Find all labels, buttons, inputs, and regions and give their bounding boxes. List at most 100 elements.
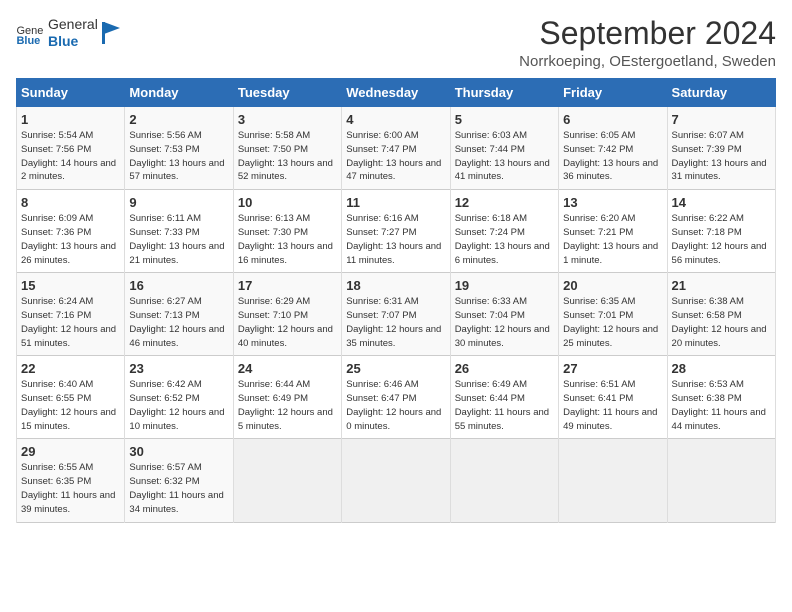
day-number: 23 <box>129 361 228 376</box>
calendar-day-cell <box>559 439 667 522</box>
day-number: 28 <box>672 361 771 376</box>
calendar-day-cell: 1 Sunrise: 5:54 AMSunset: 7:56 PMDayligh… <box>17 107 125 190</box>
calendar-header-row: SundayMondayTuesdayWednesdayThursdayFrid… <box>17 79 776 107</box>
calendar-day-cell: 20 Sunrise: 6:35 AMSunset: 7:01 PMDaylig… <box>559 273 667 356</box>
calendar-day-cell: 26 Sunrise: 6:49 AMSunset: 6:44 PMDaylig… <box>450 356 558 439</box>
day-info: Sunrise: 6:44 AMSunset: 6:49 PMDaylight:… <box>238 378 337 433</box>
calendar-day-cell <box>342 439 450 522</box>
title-section: September 2024 Norrkoeping, OEstergoetla… <box>519 16 776 70</box>
page-header: General Blue General Blue September 2024… <box>16 16 776 70</box>
logo: General Blue General Blue <box>16 16 120 50</box>
day-number: 17 <box>238 278 337 293</box>
day-info: Sunrise: 6:57 AMSunset: 6:32 PMDaylight:… <box>129 461 228 516</box>
day-number: 10 <box>238 195 337 210</box>
logo-general: General <box>48 16 98 33</box>
day-number: 3 <box>238 112 337 127</box>
day-number: 4 <box>346 112 445 127</box>
day-number: 19 <box>455 278 554 293</box>
calendar-week-row: 15 Sunrise: 6:24 AMSunset: 7:16 PMDaylig… <box>17 273 776 356</box>
calendar-table: SundayMondayTuesdayWednesdayThursdayFrid… <box>16 78 776 522</box>
day-number: 11 <box>346 195 445 210</box>
day-info: Sunrise: 6:33 AMSunset: 7:04 PMDaylight:… <box>455 295 554 350</box>
day-info: Sunrise: 6:24 AMSunset: 7:16 PMDaylight:… <box>21 295 120 350</box>
day-info: Sunrise: 6:22 AMSunset: 7:18 PMDaylight:… <box>672 212 771 267</box>
day-number: 21 <box>672 278 771 293</box>
day-info: Sunrise: 6:40 AMSunset: 6:55 PMDaylight:… <box>21 378 120 433</box>
weekday-header-saturday: Saturday <box>667 79 775 107</box>
calendar-day-cell: 7 Sunrise: 6:07 AMSunset: 7:39 PMDayligh… <box>667 107 775 190</box>
day-info: Sunrise: 6:46 AMSunset: 6:47 PMDaylight:… <box>346 378 445 433</box>
calendar-day-cell: 23 Sunrise: 6:42 AMSunset: 6:52 PMDaylig… <box>125 356 233 439</box>
day-info: Sunrise: 6:11 AMSunset: 7:33 PMDaylight:… <box>129 212 228 267</box>
calendar-day-cell: 30 Sunrise: 6:57 AMSunset: 6:32 PMDaylig… <box>125 439 233 522</box>
day-info: Sunrise: 5:58 AMSunset: 7:50 PMDaylight:… <box>238 129 337 184</box>
weekday-header-monday: Monday <box>125 79 233 107</box>
day-info: Sunrise: 6:29 AMSunset: 7:10 PMDaylight:… <box>238 295 337 350</box>
month-year-title: September 2024 <box>519 16 776 51</box>
day-info: Sunrise: 6:35 AMSunset: 7:01 PMDaylight:… <box>563 295 662 350</box>
day-info: Sunrise: 6:03 AMSunset: 7:44 PMDaylight:… <box>455 129 554 184</box>
day-info: Sunrise: 6:05 AMSunset: 7:42 PMDaylight:… <box>563 129 662 184</box>
day-info: Sunrise: 6:07 AMSunset: 7:39 PMDaylight:… <box>672 129 771 184</box>
calendar-day-cell: 17 Sunrise: 6:29 AMSunset: 7:10 PMDaylig… <box>233 273 341 356</box>
weekday-header-wednesday: Wednesday <box>342 79 450 107</box>
day-number: 6 <box>563 112 662 127</box>
calendar-day-cell: 11 Sunrise: 6:16 AMSunset: 7:27 PMDaylig… <box>342 190 450 273</box>
day-info: Sunrise: 6:16 AMSunset: 7:27 PMDaylight:… <box>346 212 445 267</box>
weekday-header-tuesday: Tuesday <box>233 79 341 107</box>
day-info: Sunrise: 5:56 AMSunset: 7:53 PMDaylight:… <box>129 129 228 184</box>
calendar-day-cell: 5 Sunrise: 6:03 AMSunset: 7:44 PMDayligh… <box>450 107 558 190</box>
day-info: Sunrise: 6:55 AMSunset: 6:35 PMDaylight:… <box>21 461 120 516</box>
day-number: 14 <box>672 195 771 210</box>
day-info: Sunrise: 6:20 AMSunset: 7:21 PMDaylight:… <box>563 212 662 267</box>
day-number: 18 <box>346 278 445 293</box>
calendar-day-cell: 13 Sunrise: 6:20 AMSunset: 7:21 PMDaylig… <box>559 190 667 273</box>
day-number: 1 <box>21 112 120 127</box>
calendar-day-cell: 25 Sunrise: 6:46 AMSunset: 6:47 PMDaylig… <box>342 356 450 439</box>
day-number: 7 <box>672 112 771 127</box>
day-info: Sunrise: 6:13 AMSunset: 7:30 PMDaylight:… <box>238 212 337 267</box>
calendar-day-cell <box>667 439 775 522</box>
day-number: 27 <box>563 361 662 376</box>
calendar-day-cell: 24 Sunrise: 6:44 AMSunset: 6:49 PMDaylig… <box>233 356 341 439</box>
day-number: 13 <box>563 195 662 210</box>
day-info: Sunrise: 6:49 AMSunset: 6:44 PMDaylight:… <box>455 378 554 433</box>
day-number: 16 <box>129 278 228 293</box>
day-number: 15 <box>21 278 120 293</box>
calendar-day-cell: 27 Sunrise: 6:51 AMSunset: 6:41 PMDaylig… <box>559 356 667 439</box>
weekday-header-thursday: Thursday <box>450 79 558 107</box>
svg-text:Blue: Blue <box>16 35 40 44</box>
day-number: 22 <box>21 361 120 376</box>
day-info: Sunrise: 5:54 AMSunset: 7:56 PMDaylight:… <box>21 129 120 184</box>
calendar-day-cell: 19 Sunrise: 6:33 AMSunset: 7:04 PMDaylig… <box>450 273 558 356</box>
day-info: Sunrise: 6:27 AMSunset: 7:13 PMDaylight:… <box>129 295 228 350</box>
day-number: 2 <box>129 112 228 127</box>
day-info: Sunrise: 6:00 AMSunset: 7:47 PMDaylight:… <box>346 129 445 184</box>
calendar-day-cell <box>450 439 558 522</box>
calendar-week-row: 22 Sunrise: 6:40 AMSunset: 6:55 PMDaylig… <box>17 356 776 439</box>
calendar-week-row: 1 Sunrise: 5:54 AMSunset: 7:56 PMDayligh… <box>17 107 776 190</box>
logo-icon: General Blue <box>16 22 44 44</box>
calendar-day-cell: 22 Sunrise: 6:40 AMSunset: 6:55 PMDaylig… <box>17 356 125 439</box>
day-number: 26 <box>455 361 554 376</box>
day-number: 30 <box>129 444 228 459</box>
day-number: 9 <box>129 195 228 210</box>
calendar-week-row: 29 Sunrise: 6:55 AMSunset: 6:35 PMDaylig… <box>17 439 776 522</box>
weekday-header-sunday: Sunday <box>17 79 125 107</box>
calendar-day-cell: 8 Sunrise: 6:09 AMSunset: 7:36 PMDayligh… <box>17 190 125 273</box>
calendar-day-cell: 18 Sunrise: 6:31 AMSunset: 7:07 PMDaylig… <box>342 273 450 356</box>
calendar-week-row: 8 Sunrise: 6:09 AMSunset: 7:36 PMDayligh… <box>17 190 776 273</box>
weekday-header-friday: Friday <box>559 79 667 107</box>
logo-flag-icon <box>102 22 120 44</box>
calendar-day-cell: 4 Sunrise: 6:00 AMSunset: 7:47 PMDayligh… <box>342 107 450 190</box>
calendar-day-cell: 15 Sunrise: 6:24 AMSunset: 7:16 PMDaylig… <box>17 273 125 356</box>
calendar-day-cell: 10 Sunrise: 6:13 AMSunset: 7:30 PMDaylig… <box>233 190 341 273</box>
calendar-day-cell: 16 Sunrise: 6:27 AMSunset: 7:13 PMDaylig… <box>125 273 233 356</box>
day-number: 8 <box>21 195 120 210</box>
day-info: Sunrise: 6:31 AMSunset: 7:07 PMDaylight:… <box>346 295 445 350</box>
day-info: Sunrise: 6:38 AMSunset: 6:58 PMDaylight:… <box>672 295 771 350</box>
day-number: 24 <box>238 361 337 376</box>
calendar-day-cell: 6 Sunrise: 6:05 AMSunset: 7:42 PMDayligh… <box>559 107 667 190</box>
day-info: Sunrise: 6:51 AMSunset: 6:41 PMDaylight:… <box>563 378 662 433</box>
calendar-day-cell: 29 Sunrise: 6:55 AMSunset: 6:35 PMDaylig… <box>17 439 125 522</box>
